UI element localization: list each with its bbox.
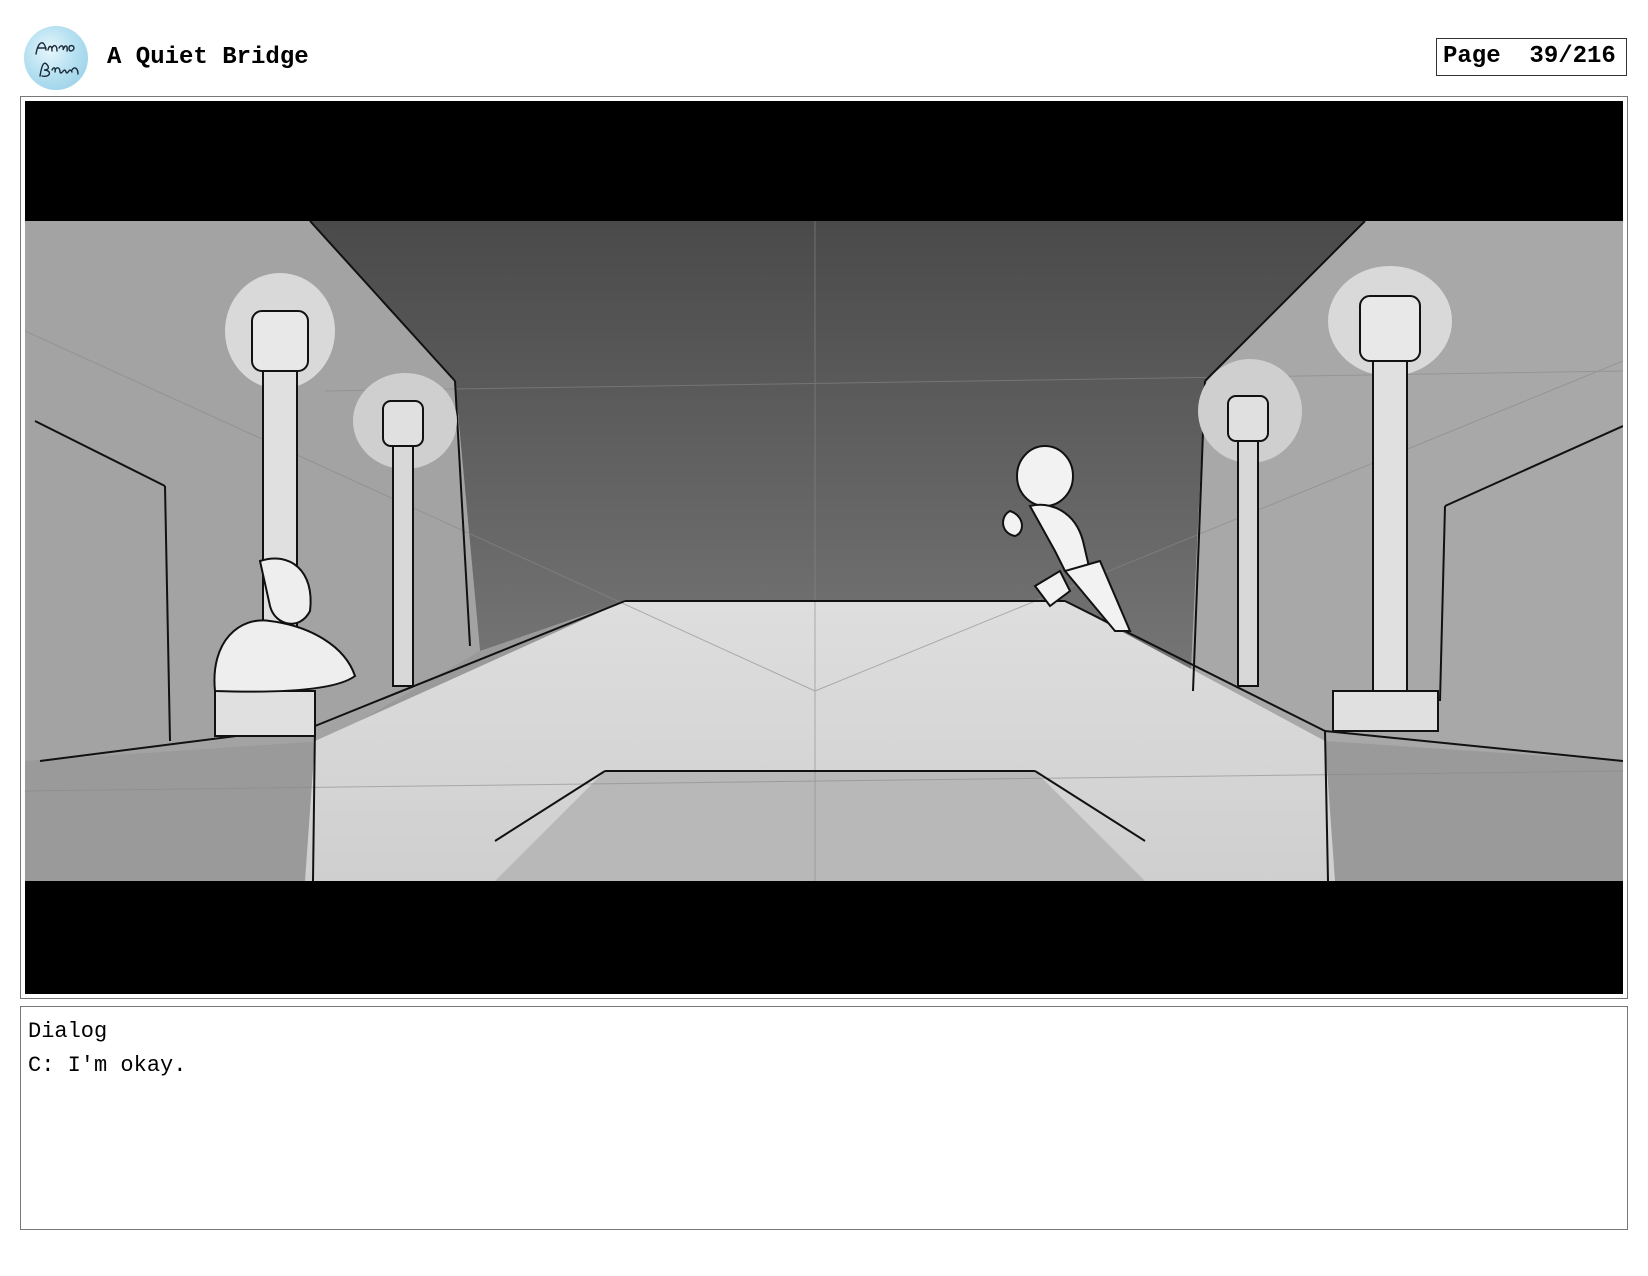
artist-logo-icon — [24, 26, 88, 90]
storyboard-panel-image — [25, 101, 1623, 994]
page-number: 39/216 — [1529, 43, 1616, 70]
document-title: A Quiet Bridge — [107, 44, 309, 71]
page-label: Page — [1443, 43, 1501, 70]
page-indicator: Page 39/216 — [1436, 38, 1627, 76]
dialog-box: Dialog C: I'm okay. — [20, 1006, 1628, 1230]
dialog-label: Dialog — [28, 1019, 108, 1044]
dialog-line: C: I'm okay. — [28, 1053, 187, 1078]
